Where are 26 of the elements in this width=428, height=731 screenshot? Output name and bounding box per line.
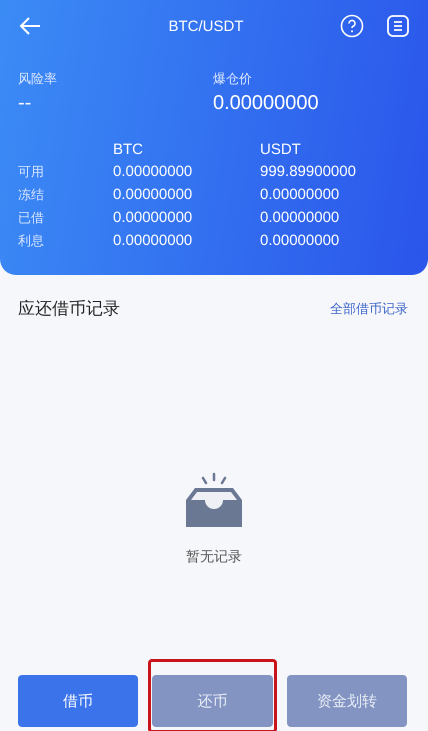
section-title: 应还借币记录 (18, 298, 120, 320)
table-cell-text: 0.00000000 (113, 163, 194, 181)
liquidation-value: 0.00000000 (213, 92, 320, 115)
row-label: 已借 (18, 209, 45, 227)
risk-value: -- (18, 92, 32, 115)
row-label: 利息 (18, 232, 45, 250)
help-icon[interactable] (340, 14, 364, 38)
table-cell-text: 0.00000000 (260, 186, 340, 204)
table-cell-text: 0.00000000 (260, 209, 340, 227)
liquidation-label: 爆仓价 (213, 70, 253, 88)
pair-title: BTC/USDT (168, 18, 244, 34)
row-label: 冻结 (18, 186, 45, 204)
empty-message: 暂无记录 (186, 548, 242, 566)
table-cell-text: 0.00000000 (113, 186, 194, 204)
menu-icon[interactable] (386, 14, 410, 38)
table-cell-text: 0.00000000 (260, 232, 340, 250)
column-header: USDT (260, 141, 302, 158)
all-records-link[interactable]: 全部借币记录 (330, 300, 408, 318)
row-label: 可用 (18, 163, 45, 181)
table-cell-text: 0.00000000 (113, 209, 194, 227)
risk-label: 风险率 (18, 70, 58, 88)
table-cell-text: 999.89900000 (260, 163, 357, 181)
action-button[interactable]: 借币 (18, 675, 138, 727)
column-header: BTC (113, 141, 144, 158)
table-cell-text: 0.00000000 (113, 232, 194, 250)
back-icon[interactable] (18, 16, 42, 36)
